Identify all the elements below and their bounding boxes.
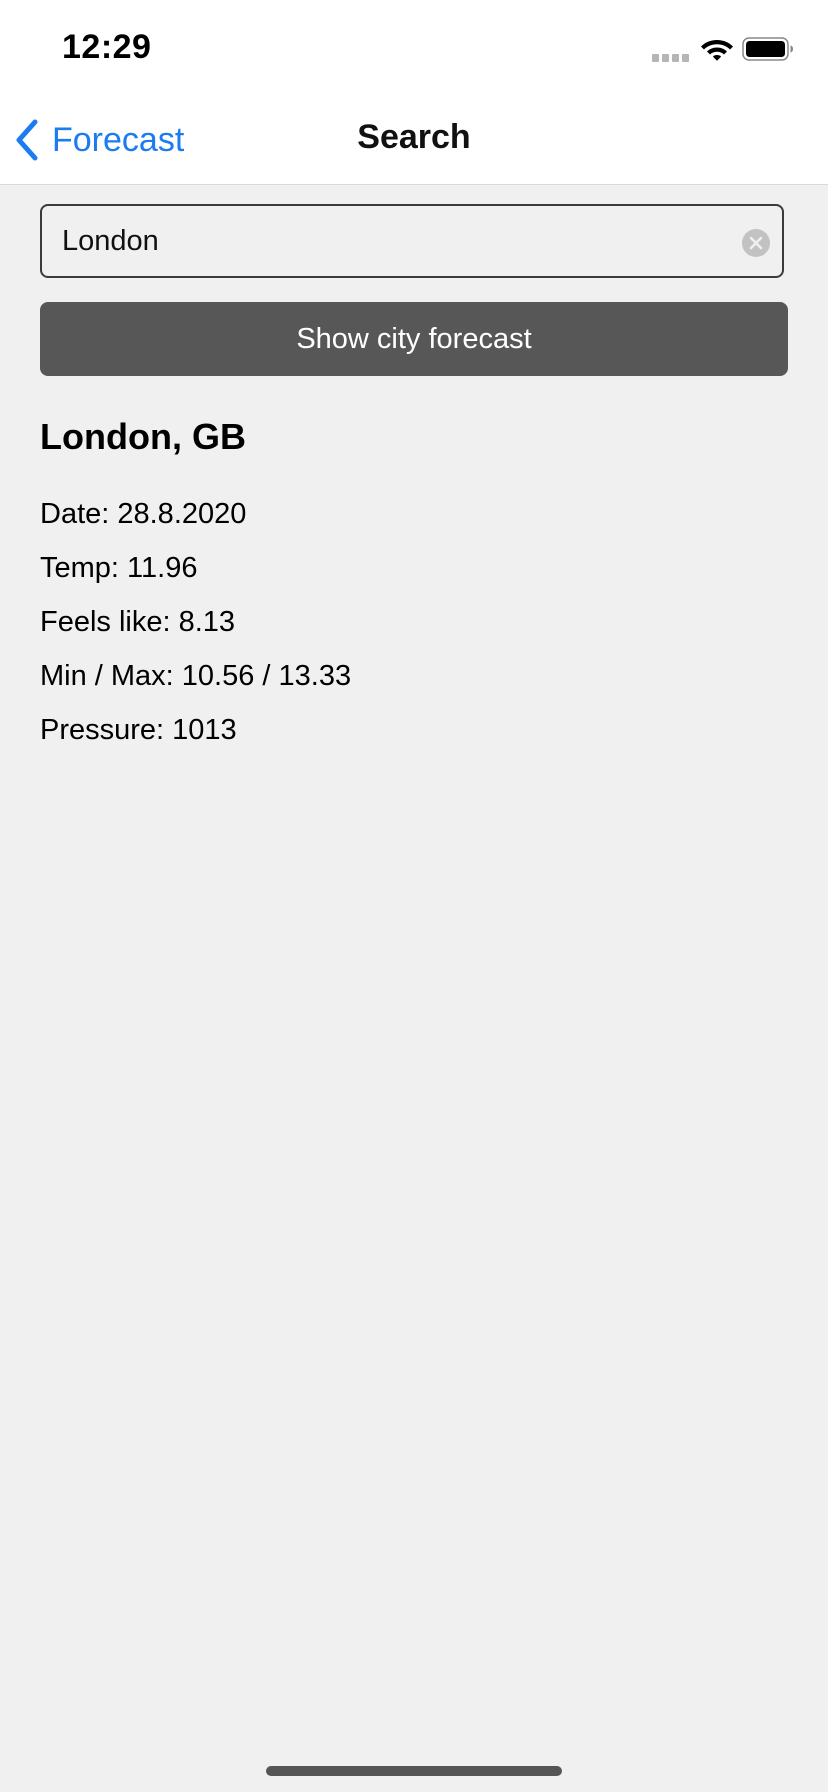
wifi-icon [701,40,733,61]
show-city-forecast-button[interactable]: Show city forecast [40,302,788,376]
battery-icon [742,37,793,61]
forecast-date: Date: 28.8.2020 [40,498,247,530]
forecast-temperature: Temp: 11.96 [40,552,198,584]
status-bar: 12:29 [0,0,828,96]
city-name-heading: London, GB [40,416,246,457]
page-title: Search [357,118,471,156]
forecast-pressure: Pressure: 1013 [40,714,237,746]
cellular-signal-icon [652,54,689,62]
search-input-value[interactable]: London [62,225,159,258]
home-indicator[interactable] [266,1766,562,1776]
navigation-bar: Forecast Search [0,96,828,185]
forecast-min-max: Min / Max: 10.56 / 13.33 [40,660,352,692]
clear-text-icon[interactable] [742,229,770,257]
status-time: 12:29 [62,28,152,66]
city-search-input[interactable]: London [40,204,784,278]
forecast-feels-like: Feels like: 8.13 [40,606,236,638]
